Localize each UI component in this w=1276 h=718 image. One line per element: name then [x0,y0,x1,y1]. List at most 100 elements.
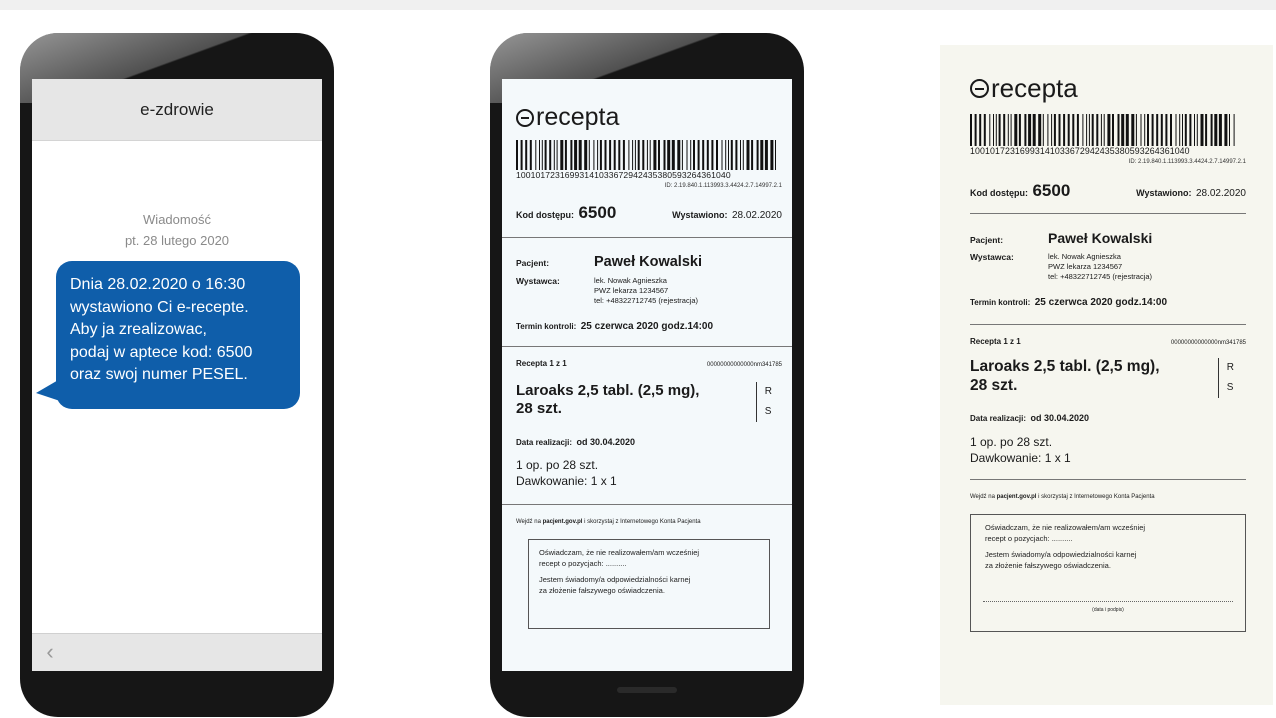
chevron-left-icon[interactable]: ‹ [38,640,62,664]
access-code-value: 6500 [1032,181,1071,200]
sms-message-bubble[interactable]: Dnia 28.02.2020 o 16:30 wystawiono Ci e-… [56,261,300,409]
barcode [516,140,776,170]
control-row: Termin kontroli: 25 czerwca 2020 godz.14… [970,292,1246,310]
sms-message-line: oraz swoj numer PESEL. [70,366,248,383]
patient-portal-link[interactable]: pacjent.gov.pl [997,494,1037,500]
decl-line: Jestem świadomy/a odpowiedzialności karn… [539,575,691,584]
prescription-receipt: recepta 10010172316993141033672942435380… [502,103,792,629]
rs-s: S [764,406,772,417]
divider [502,346,792,347]
access-code-group: Kod dostępu: 6500 [516,203,616,223]
drug-block: Laroaks 2,5 tabl. (2,5 mg), 28 szt. R S [516,382,782,422]
prescription-receipt: recepta 10010172316993141033672942435380… [970,73,1246,632]
sms-screen: e-zdrowie Wiadomość pt. 28 lutego 2020 D… [32,79,322,671]
issued-group: Wystawiono: 28.02.2020 [1136,183,1246,201]
issuer-details: lek. Nowak Agnieszka PWZ lekarza 1234567… [594,276,698,306]
realization-date: od 30.04.2020 [1030,413,1090,423]
sms-meta-date: pt. 28 lutego 2020 [124,233,230,248]
rs-marks: R S [1217,358,1234,398]
issuer-line: tel: +48322712745 (rejestracja) [1048,272,1153,281]
dosage-text: Dawkowanie: 1 x 1 [970,451,1071,465]
control-date: 25 czerwca 2020 godz.14:00 [580,321,714,332]
prescription-screen: recepta 10010172316993141033672942435380… [502,79,792,671]
pack-text: 1 op. po 28 szt. [970,435,1053,449]
decl-line: za złożenie fałszywego oświadczenia. [985,560,1111,570]
sms-meta: Wiadomość pt. 28 lutego 2020 [32,209,322,251]
logo-text: recepta [991,73,1078,103]
rs-r: R [1226,362,1234,373]
drug-line: 28 szt. [970,376,1018,394]
signature-line [983,601,1233,602]
decl-line: Oświadczam, że nie realizowałem/am wcześ… [985,523,1146,532]
footer-post: i skorzystaj z Internetowego Konta Pacje… [1038,494,1155,500]
realization-row: Data realizacji: od 30.04.2020 [970,408,1246,426]
realization-row: Data realizacji: od 30.04.2020 [516,432,782,450]
phone-prescription: recepta 10010172316993141033672942435380… [490,33,804,717]
issued-date: 28.02.2020 [731,210,782,221]
sms-message-line: wystawiono Ci e-recepte. [70,298,249,316]
issuer-row: Wystawca: lek. Nowak Agnieszka PWZ lekar… [516,276,782,306]
recipe-code: 00000000000000nm341785 [1170,340,1246,346]
sms-message-line: Dnia 28.02.2020 o 16:30 [70,276,246,293]
control-label: Termin kontroli: [516,322,577,331]
drug-line: 28 szt. [516,400,562,417]
declaration-box: Oświadczam, że nie realizowałem/am wcześ… [970,514,1246,632]
issuer-label: Wystawca: [516,276,560,286]
decl-line: recept o pozycjach: .......... [985,533,1073,543]
sms-sender-title: e-zdrowie [140,99,214,119]
issuer-line: PWZ lekarza 1234567 [1048,262,1123,271]
drug-line: Laroaks 2,5 tabl. (2,5 mg), [970,358,1160,375]
footer-post: i skorzystaj z Internetowego Konta Pacje… [584,519,701,525]
issuer-line: tel: +48322712745 (rejestracja) [594,296,699,305]
access-row: Kod dostępu: 6500 Wystawiono: 28.02.2020 [970,181,1246,201]
decl-line: za złożenie fałszywego oświadczenia. [539,585,665,595]
decl-line: Jestem świadomy/a odpowiedzialności karn… [985,550,1137,559]
recipe-row: Recepta 1 z 1 00000000000000nm341785 [516,359,782,368]
barcode [970,114,1235,146]
access-code-label: Kod dostępu: [970,188,1028,198]
patient-name: Paweł Kowalski [594,254,702,270]
drug-block: Laroaks 2,5 tabl. (2,5 mg), 28 szt. R S [970,358,1246,398]
divider [502,237,792,238]
sms-message-line: Aby ja zrealizowac, [70,321,207,338]
divider [970,479,1246,480]
patient-portal-link[interactable]: pacjent.gov.pl [543,519,583,525]
signature-label: (data i podpis) [1092,607,1124,613]
logo-text: recepta [536,103,620,131]
rs-r: R [764,386,772,397]
issuer-line: PWZ lekarza 1234567 [594,286,669,295]
barcode-number: 1001017231699314103367294243538059326436… [970,146,1190,156]
declaration-box: Oświadczam, że nie realizowałem/am wcześ… [528,539,770,629]
sms-message-line: podaj w aptece kod: 6500 [70,343,253,361]
control-row: Termin kontroli: 25 czerwca 2020 godz.14… [516,316,782,334]
erecepta-logo: recepta [970,73,1246,104]
footer-note: Wejdź na pacjent.gov.pl i skorzystaj z I… [516,519,782,525]
access-code-label: Kod dostępu: [516,210,574,220]
e-logo-icon [516,108,534,127]
patient-label: Pacjent: [970,235,1004,245]
recipe-label: Recepta 1 z 1 [516,359,567,368]
decl-line: recept o pozycjach: .......... [539,558,627,568]
sms-footer: ‹ [32,633,322,671]
barcode-id: ID: 2.19.840.1.113993.3.4424.2.7.14997.2… [1128,159,1246,165]
footer-note: Wejdź na pacjent.gov.pl i skorzystaj z I… [970,494,1246,500]
rs-s: S [1226,382,1234,393]
footer-pre: Wejdź na [516,519,541,525]
sms-header: e-zdrowie [32,79,322,141]
issued-label: Wystawiono: [672,210,728,220]
patient-label: Pacjent: [516,258,550,268]
drug-name: Laroaks 2,5 tabl. (2,5 mg), 28 szt. [516,382,699,422]
issued-label: Wystawiono: [1136,188,1192,198]
patient-row: Pacjent: Paweł Kowalski [516,254,782,270]
recipe-row: Recepta 1 z 1 00000000000000nm341785 [970,337,1246,346]
issuer-label: Wystawca: [970,252,1014,262]
issued-date: 28.02.2020 [1195,188,1246,199]
issuer-line: lek. Nowak Agnieszka [594,276,667,285]
sms-meta-label: Wiadomość [143,212,211,227]
issued-group: Wystawiono: 28.02.2020 [672,205,782,223]
drug-name: Laroaks 2,5 tabl. (2,5 mg), 28 szt. [970,358,1160,398]
realization-date: od 30.04.2020 [576,437,636,447]
issuer-row: Wystawca: lek. Nowak Agnieszka PWZ lekar… [970,252,1246,282]
speaker-grille [617,687,677,693]
decl-line: Oświadczam, że nie realizowałem/am wcześ… [539,548,700,557]
